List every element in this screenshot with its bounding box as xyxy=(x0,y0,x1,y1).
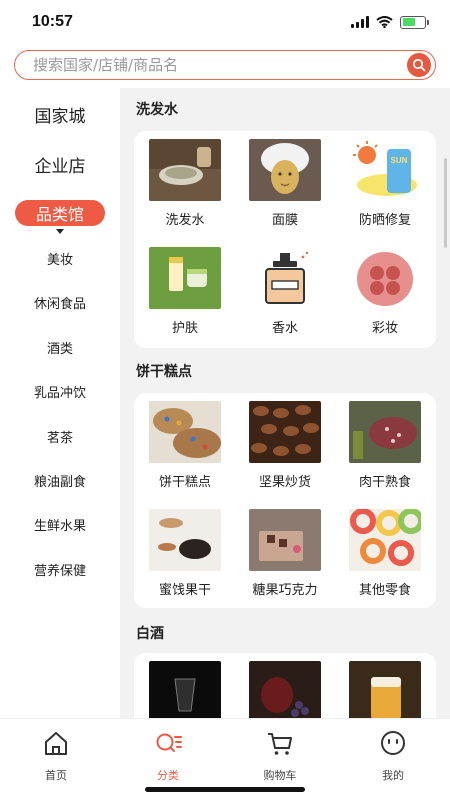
product-image xyxy=(149,661,221,718)
category-item[interactable]: 面膜 xyxy=(240,139,330,228)
product-image xyxy=(249,139,321,201)
tab-label: 我的 xyxy=(382,769,404,782)
nav-sub-item[interactable]: 酒类 xyxy=(0,338,120,357)
category-icon xyxy=(156,733,182,752)
category-content[interactable]: 洗发水 洗发水 面膜 SUN 防晒修复 护肤 香水 彩妆 饼干糕点 饼干糕点 坚… xyxy=(120,88,450,718)
category-item-label: 洗发水 xyxy=(165,213,205,228)
category-item[interactable]: 彩妆 xyxy=(340,247,430,336)
category-item-label: 彩妆 xyxy=(371,321,398,336)
category-item-label: 蜜饯果干 xyxy=(158,583,211,598)
product-image xyxy=(349,509,421,571)
category-item-label: 坚果炒货 xyxy=(258,475,311,490)
nav-sub-item[interactable]: 生鲜水果 xyxy=(0,515,120,534)
category-item[interactable]: 蜜饯果干 xyxy=(140,509,230,598)
category-item-label: 防晒修复 xyxy=(358,213,411,228)
nav-sub-item[interactable]: 美妆 xyxy=(0,249,120,268)
category-item-label: 面膜 xyxy=(271,213,298,228)
nav-item-country-city[interactable]: 国家城 xyxy=(0,102,120,127)
category-card: 饼干糕点 坚果炒货 肉干熟食 蜜饯果干 糖果巧克力 其他零食 xyxy=(134,393,436,608)
product-image xyxy=(249,247,321,309)
tab-label: 购物车 xyxy=(263,769,297,782)
category-item[interactable]: 糖果巧克力 xyxy=(240,509,330,598)
scrollbar[interactable] xyxy=(444,158,447,248)
home-icon xyxy=(45,732,67,755)
nav-sub-item[interactable]: 营养保健 xyxy=(0,560,120,579)
category-item[interactable] xyxy=(240,661,330,718)
section-title: 白酒 xyxy=(136,626,164,642)
tab-cart[interactable]: 购物车 xyxy=(240,729,320,783)
category-sidebar: 国家城 企业店 品类馆 美妆 休闲食品 酒类 乳品冲饮 茗茶 粮油副食 生鲜水果… xyxy=(0,88,120,718)
category-card xyxy=(134,653,436,718)
status-bar: 10:57 xyxy=(0,0,450,44)
nav-sub-item[interactable]: 休闲食品 xyxy=(0,293,120,312)
category-item-label: 肉干熟食 xyxy=(358,475,411,490)
category-item[interactable]: 香水 xyxy=(240,247,330,336)
product-image xyxy=(149,401,221,463)
search-input[interactable] xyxy=(33,56,393,74)
category-item[interactable] xyxy=(140,661,230,718)
category-card: 洗发水 面膜 SUN 防晒修复 护肤 香水 彩妆 xyxy=(134,131,436,348)
category-item[interactable]: 洗发水 xyxy=(140,139,230,228)
section-title: 饼干糕点 xyxy=(136,364,192,380)
product-image xyxy=(349,247,421,309)
product-image xyxy=(349,401,421,463)
category-item[interactable] xyxy=(340,661,430,718)
product-image xyxy=(149,509,221,571)
category-item-label: 饼干糕点 xyxy=(158,475,211,490)
category-item[interactable]: 护肤 xyxy=(140,247,230,336)
product-image xyxy=(249,509,321,571)
product-image xyxy=(249,661,321,718)
status-time: 10:57 xyxy=(32,13,73,30)
tab-category[interactable]: 分类 xyxy=(128,729,208,783)
search-icon xyxy=(412,58,426,72)
home-indicator xyxy=(145,787,305,792)
profile-icon xyxy=(381,731,405,755)
product-image xyxy=(149,247,221,309)
caret-down-icon xyxy=(56,229,64,234)
category-item-label: 护肤 xyxy=(171,321,198,336)
tab-home[interactable]: 首页 xyxy=(16,729,96,783)
section-title: 洗发水 xyxy=(136,102,178,118)
status-icons xyxy=(351,15,429,29)
category-item[interactable]: 坚果炒货 xyxy=(240,401,330,490)
sun-sticker-text: SUN xyxy=(391,156,408,165)
category-item[interactable]: 其他零食 xyxy=(340,509,430,598)
nav-sub-item[interactable]: 乳品冲饮 xyxy=(0,382,120,401)
category-item[interactable]: SUN 防晒修复 xyxy=(340,139,430,228)
product-image xyxy=(249,401,321,463)
category-item-label: 香水 xyxy=(271,321,298,336)
category-item-label: 其他零食 xyxy=(358,583,411,598)
search-bar[interactable] xyxy=(14,50,436,80)
tab-label: 首页 xyxy=(45,769,67,782)
signal-icon xyxy=(351,16,369,28)
search-button[interactable] xyxy=(407,53,431,77)
tab-label: 分类 xyxy=(157,769,179,782)
battery-icon xyxy=(400,15,429,29)
wifi-icon xyxy=(376,16,393,28)
category-item[interactable]: 肉干熟食 xyxy=(340,401,430,490)
cart-icon xyxy=(268,733,292,755)
nav-item-category-hall[interactable]: 品类馆 xyxy=(15,200,105,226)
nav-item-enterprise-store[interactable]: 企业店 xyxy=(0,152,120,177)
product-image: SUN xyxy=(349,139,421,201)
product-image xyxy=(349,661,421,718)
category-item[interactable]: 饼干糕点 xyxy=(140,401,230,490)
product-image xyxy=(149,139,221,201)
nav-sub-item[interactable]: 粮油副食 xyxy=(0,471,120,490)
nav-sub-item[interactable]: 茗茶 xyxy=(0,427,120,446)
tab-profile[interactable]: 我的 xyxy=(353,729,433,783)
category-item-label: 糖果巧克力 xyxy=(252,583,318,598)
